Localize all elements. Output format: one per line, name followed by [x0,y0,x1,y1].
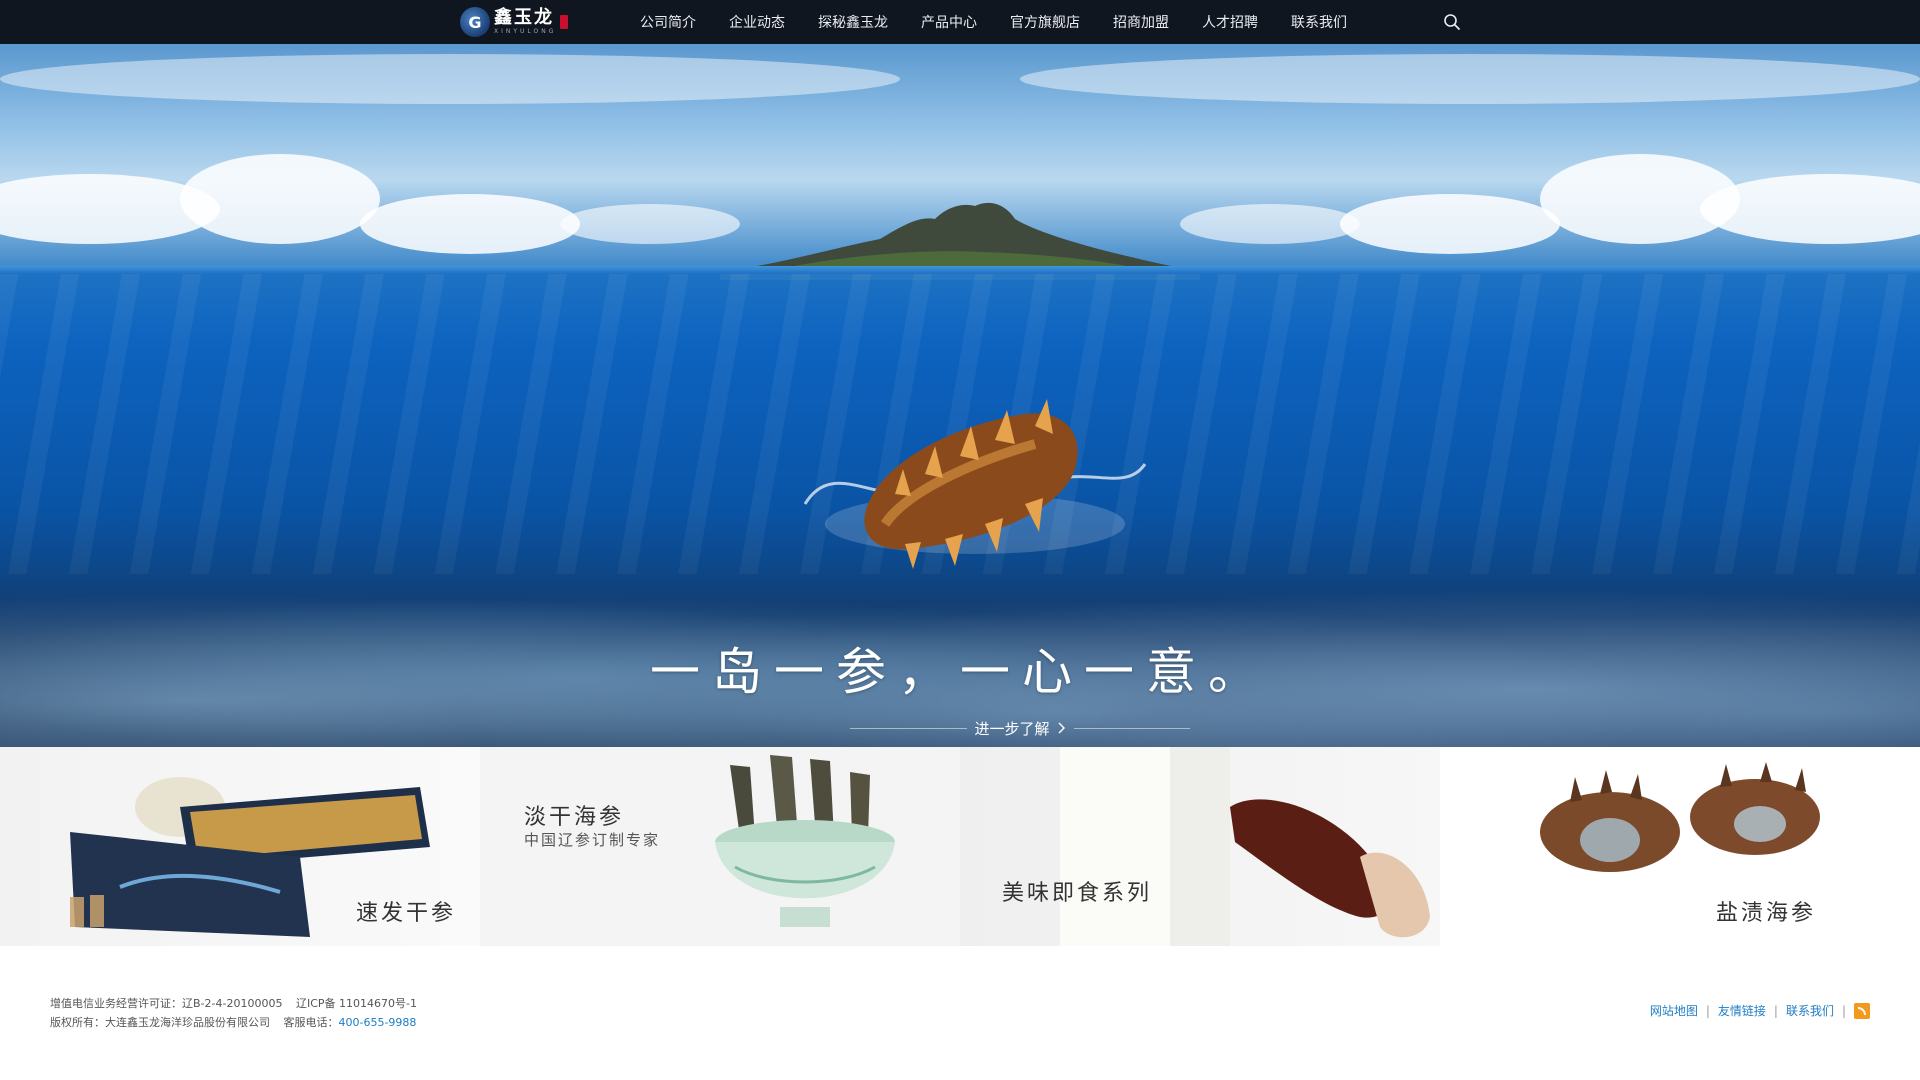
cloud-decoration [360,194,580,254]
nav-item-flagship-store[interactable]: 官方旗舰店 [1010,12,1080,32]
hero-slogan: 一岛一参，一心一意。 [650,643,1270,701]
product-tile-salted[interactable]: 盐渍海参 [1440,747,1920,946]
product-tile-label: 美味即食系列 [1002,881,1153,906]
footer-link-contact[interactable]: 联系我们 [1786,1002,1834,1019]
separator: | [1705,1003,1710,1018]
copyright-text: 版权所有：大连鑫玉龙海洋珍品股份有限公司 [50,1016,270,1029]
license-row: 增值电信业务经营许可证：辽B-2-4-20100005 辽ICP备 110146… [50,994,427,1013]
cloud-decoration [180,154,380,244]
salted-sea-cucumber-illustration [1540,762,1820,872]
nav-item-products[interactable]: 产品中心 [921,12,977,32]
copyright-row: 版权所有：大连鑫玉龙海洋珍品股份有限公司 客服电话：400-655-9988 [50,1013,427,1032]
site-footer: 增值电信业务经营许可证：辽B-2-4-20100005 辽ICP备 110146… [0,946,1920,1080]
cloud-decoration [1180,204,1360,244]
footer-link-friend-links[interactable]: 友情链接 [1718,1002,1766,1019]
packaged-product-illustration [1060,747,1430,946]
logo-name-en: XINYULONG [494,28,557,35]
nav-item-contact[interactable]: 联系我们 [1291,12,1347,32]
logo-name-cn: 鑫玉龙 [494,7,554,28]
product-tiles: 速发干参 淡干海参 中国辽参订制专家 美味即食系列 盐渍海参 [0,747,1920,946]
separator: | [1841,1003,1846,1018]
nav-item-franchise[interactable]: 招商加盟 [1113,12,1169,32]
license-text: 增值电信业务经营许可证：辽B-2-4-20100005 [50,997,283,1010]
site-logo[interactable]: G 鑫玉龙 XINYULONG [460,5,580,39]
cloud-decoration [560,204,740,244]
logo-seal-icon [560,15,569,29]
divider-line [1073,727,1191,729]
nav-item-explore[interactable]: 探秘鑫玉龙 [818,12,888,32]
cloud-decoration [0,54,900,104]
learn-more-link[interactable]: 进一步了解 [850,716,1191,740]
porcelain-bowl-illustration [715,755,895,927]
service-phone-number[interactable]: 400-655-9988 [339,1016,417,1029]
nav-item-company-profile[interactable]: 公司简介 [640,12,696,32]
logo-mark-icon: G [460,7,490,37]
divider-line [850,727,967,729]
nav-item-company-news[interactable]: 企业动态 [729,12,785,32]
cloud-decoration [1340,194,1560,254]
nav-item-careers[interactable]: 人才招聘 [1202,12,1258,32]
product-tile-instant-dried[interactable]: 速发干参 [0,747,480,946]
separator: | [1773,1003,1778,1018]
learn-more-label: 进一步了解 [974,719,1050,738]
product-tile-label: 淡干海参 [524,805,625,830]
chevron-right-icon [1058,722,1065,734]
search-icon[interactable] [1443,13,1461,31]
sea-cucumber-illustration [803,399,1147,569]
icp-text: 辽ICP备 11014670号-1 [295,997,417,1010]
footer-links: 网站地图 | 友情链接 | 联系我们 | [1650,1002,1870,1019]
product-tile-label: 盐渍海参 [1716,901,1817,926]
product-tile-subtitle: 中国辽参订制专家 [524,831,661,849]
cloud-decoration [1020,54,1920,104]
footer-info: 增值电信业务经营许可证：辽B-2-4-20100005 辽ICP备 110146… [50,994,427,1032]
rss-icon[interactable] [1854,1002,1870,1019]
main-nav: 公司简介 企业动态 探秘鑫玉龙 产品中心 官方旗舰店 招商加盟 人才招聘 联系我… [640,0,1380,44]
water-surface [0,266,1920,274]
product-tile-label: 速发干参 [356,901,457,926]
top-navigation-bar: G 鑫玉龙 XINYULONG 公司简介 企业动态 探秘鑫玉龙 产品中心 官方旗… [0,0,1920,44]
service-phone-label: 客服电话： [283,1016,339,1029]
hero-banner: 一岛一参，一心一意。 进一步了解 [0,44,1920,747]
product-tile-ready-to-eat[interactable]: 美味即食系列 [960,747,1440,946]
logo-text: 鑫玉龙 XINYULONG [494,8,556,36]
footer-link-sitemap[interactable]: 网站地图 [1650,1002,1698,1019]
product-tile-light-dried[interactable]: 淡干海参 中国辽参订制专家 [480,747,960,946]
